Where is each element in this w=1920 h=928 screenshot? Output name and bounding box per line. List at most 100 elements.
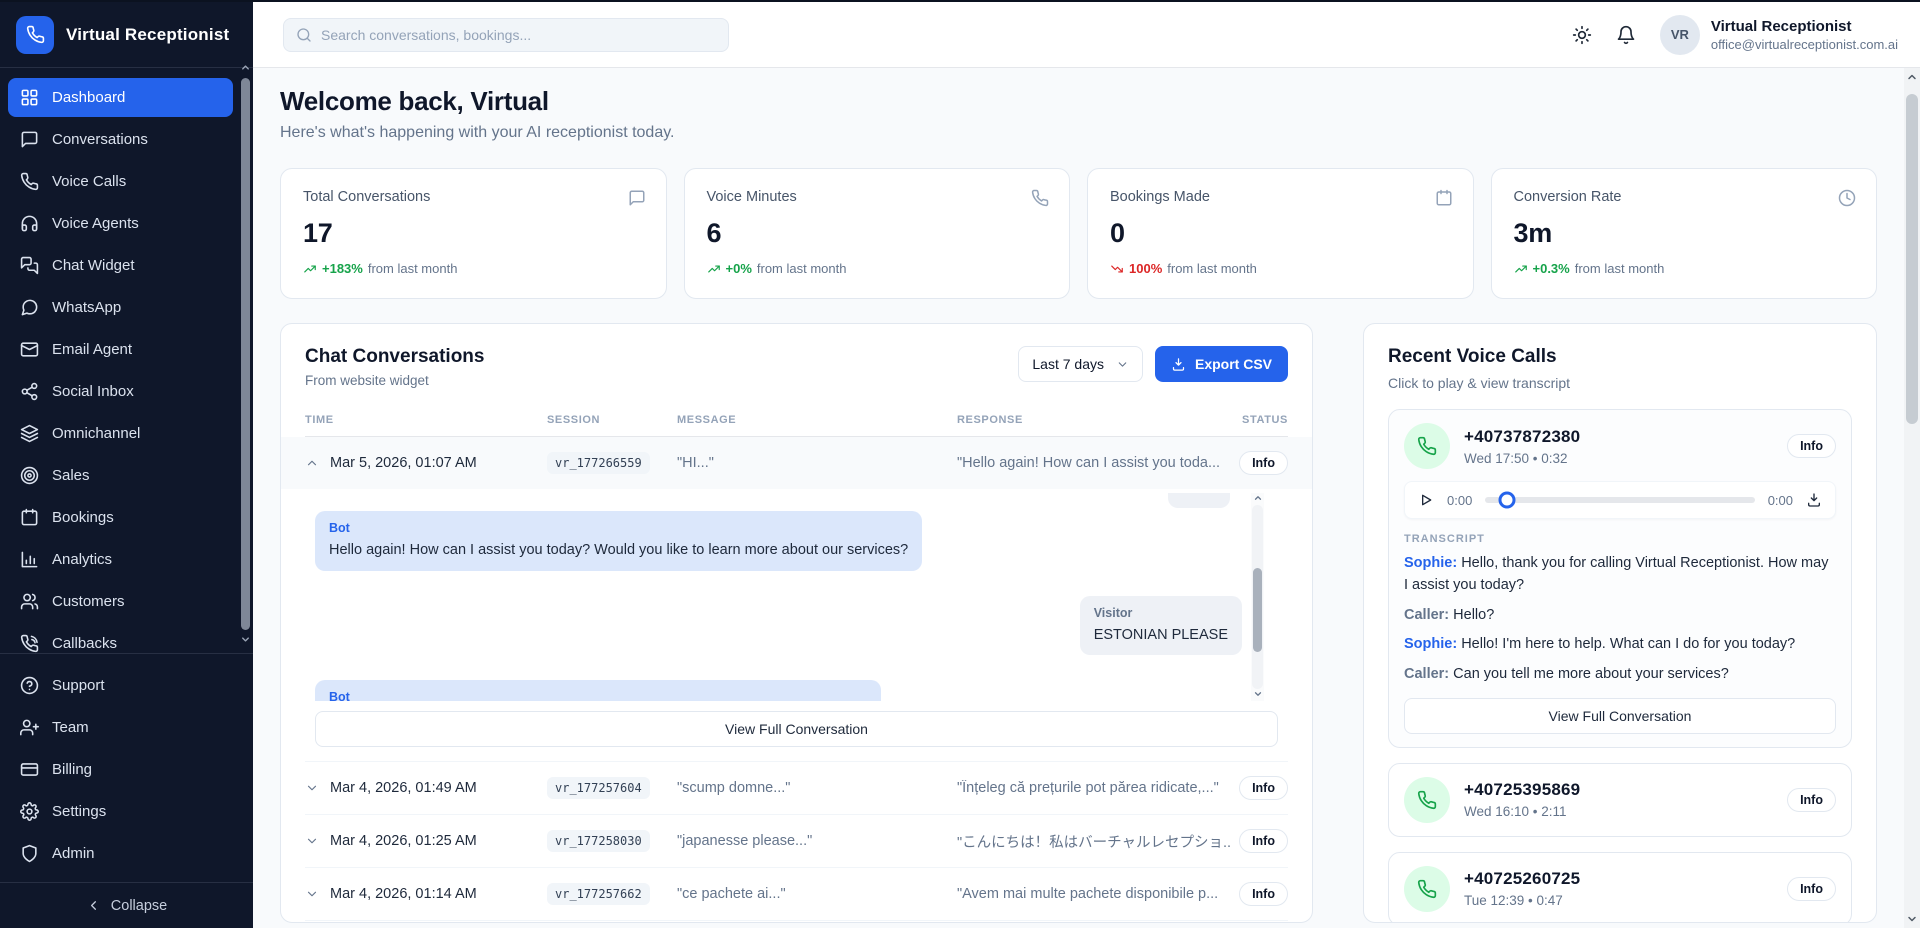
sidebar-item-sales[interactable]: Sales <box>8 456 233 495</box>
dashboard-content: Welcome back, Virtual Here's what's happ… <box>253 68 1920 928</box>
sidebar-item-bookings[interactable]: Bookings <box>8 498 233 537</box>
stat-value: 17 <box>303 218 644 249</box>
speaker-name: Caller: <box>1404 666 1449 682</box>
scroll-down-icon[interactable] <box>1253 689 1263 701</box>
scrollbar-thumb[interactable] <box>1906 94 1918 424</box>
page-scrollbar[interactable] <box>1904 68 1920 928</box>
play-icon[interactable] <box>1418 492 1434 508</box>
stat-label: Conversion Rate <box>1514 189 1855 205</box>
collapse-label: Collapse <box>111 898 167 914</box>
sidebar-item-social-inbox[interactable]: Social Inbox <box>8 372 233 411</box>
scroll-down-icon[interactable] <box>240 634 251 646</box>
trend-suffix: from last month <box>1575 261 1665 276</box>
speaker-name: Sophie: <box>1404 555 1457 571</box>
scroll-up-icon[interactable] <box>240 62 251 74</box>
table-row[interactable]: Mar 4, 2026, 01:49 AM vr_177257604 "scum… <box>305 761 1288 815</box>
collapse-sidebar-button[interactable]: Collapse <box>0 882 253 928</box>
sidebar-item-support[interactable]: Support <box>8 666 233 705</box>
page-title: Welcome back, Virtual <box>280 86 1877 117</box>
sidebar-item-settings[interactable]: Settings <box>8 792 233 831</box>
info-badge[interactable]: Info <box>1787 434 1836 458</box>
sidebar-item-team[interactable]: Team <box>8 708 233 747</box>
info-badge[interactable]: Info <box>1239 882 1288 906</box>
sidebar-scrollbar-thumb[interactable] <box>241 78 250 630</box>
row-time: Mar 4, 2026, 01:25 AM <box>330 833 477 849</box>
download-icon[interactable] <box>1806 492 1822 508</box>
chevron-down-icon[interactable] <box>305 781 319 795</box>
conversation-scroll-area[interactable]: Bot Hello again! How can I assist you to… <box>315 493 1278 701</box>
conversation-scrollbar[interactable] <box>1251 493 1264 701</box>
sidebar-item-label: Billing <box>52 761 92 778</box>
sidebar-item-billing[interactable]: Billing <box>8 750 233 789</box>
date-range-select[interactable]: Last 7 days <box>1018 346 1143 382</box>
table-row[interactable]: Mar 4, 2026, 01:14 AM vr_177257662 "ce p… <box>305 868 1288 921</box>
sidebar-item-chat-widget[interactable]: Chat Widget <box>8 246 233 285</box>
table-row[interactable]: Mar 4, 2026, 01:25 AM vr_177258030 "japa… <box>305 815 1288 868</box>
seek-slider[interactable] <box>1485 497 1754 503</box>
chat-panel-subtitle: From website widget <box>305 373 484 388</box>
users-icon <box>20 592 39 611</box>
sidebar-item-voice-calls[interactable]: Voice Calls <box>8 162 233 201</box>
sidebar-item-admin[interactable]: Admin <box>8 834 233 873</box>
message-text: Hello again! How can I assist you today?… <box>329 541 908 561</box>
scroll-down-icon[interactable] <box>1906 913 1918 927</box>
sidebar-item-whatsapp[interactable]: WhatsApp <box>8 288 233 327</box>
table-row[interactable]: Mar 5, 2026, 01:07 AM vr_177266559 "HI..… <box>305 437 1288 489</box>
row-response: "こんにちは！私はバーチャルレセプショ... <box>957 831 1230 852</box>
info-badge[interactable]: Info <box>1787 877 1836 901</box>
col-time: Time <box>305 414 547 426</box>
trend-suffix: from last month <box>1167 261 1257 276</box>
theme-toggle-sun-icon[interactable] <box>1572 25 1592 45</box>
user-menu[interactable]: VR Virtual Receptionist office@virtualre… <box>1660 15 1898 55</box>
topbar-actions: VR Virtual Receptionist office@virtualre… <box>1572 15 1898 55</box>
scrollbar-track[interactable] <box>1904 88 1920 910</box>
row-time: Mar 5, 2026, 01:07 AM <box>330 455 477 471</box>
sidebar-item-dashboard[interactable]: Dashboard <box>8 78 233 117</box>
sidebar-item-analytics[interactable]: Analytics <box>8 540 233 579</box>
date-range-value: Last 7 days <box>1032 356 1104 372</box>
scroll-up-icon[interactable] <box>1253 493 1263 505</box>
sidebar-secondary-nav: Support Team Billing Settings Admin <box>0 653 253 882</box>
view-full-conversation-button[interactable]: View Full Conversation <box>1404 698 1836 734</box>
global-search[interactable] <box>283 18 729 52</box>
voice-call-item[interactable]: +40737872380 Wed 17:50 • 0:32 Info 0:00 … <box>1388 409 1852 748</box>
scroll-up-icon[interactable] <box>1906 71 1918 85</box>
voice-call-item[interactable]: +40725395869 Wed 16:10 • 2:11 Info <box>1388 763 1852 837</box>
info-badge[interactable]: Info <box>1239 451 1288 475</box>
sidebar-item-conversations[interactable]: Conversations <box>8 120 233 159</box>
scrollbar-track[interactable] <box>1252 505 1263 689</box>
chevron-down-icon[interactable] <box>305 887 319 901</box>
info-badge[interactable]: Info <box>1787 788 1836 812</box>
transcript-line: Caller: Can you tell me more about your … <box>1404 664 1836 686</box>
slider-thumb[interactable] <box>1498 492 1515 509</box>
sidebar-item-label: Chat Widget <box>52 257 135 274</box>
view-full-conversation-button[interactable]: View Full Conversation <box>315 711 1278 747</box>
phone-icon <box>1031 189 1049 207</box>
phone-call-icon <box>20 634 39 653</box>
voice-call-item[interactable]: +40725260725 Tue 12:39 • 0:47 Info <box>1388 852 1852 923</box>
export-csv-button[interactable]: Export CSV <box>1155 346 1288 382</box>
trending-up-icon <box>1514 262 1528 276</box>
sidebar-item-voice-agents[interactable]: Voice Agents <box>8 204 233 243</box>
chevron-up-icon[interactable] <box>305 456 319 470</box>
sidebar-item-customers[interactable]: Customers <box>8 582 233 621</box>
search-input[interactable] <box>321 27 716 43</box>
sender-label: Bot <box>329 690 867 701</box>
info-badge[interactable]: Info <box>1239 829 1288 853</box>
credit-card-icon <box>20 760 39 779</box>
sidebar-item-callbacks[interactable]: Callbacks <box>8 624 233 653</box>
sidebar-item-email-agent[interactable]: Email Agent <box>8 330 233 369</box>
chevron-down-icon[interactable] <box>305 834 319 848</box>
sidebar-item-omnichannel[interactable]: Omnichannel <box>8 414 233 453</box>
notifications-bell-icon[interactable] <box>1616 25 1636 45</box>
transcript-text: Hello? <box>1453 607 1494 623</box>
trend-value: +183% <box>322 261 363 276</box>
message-text: ESTONIAN PLEASE <box>1094 626 1228 646</box>
scrollbar-thumb[interactable] <box>1253 568 1262 653</box>
info-badge[interactable]: Info <box>1239 776 1288 800</box>
sidebar-scrollbar[interactable] <box>239 62 252 646</box>
speaker-name: Sophie: <box>1404 636 1457 652</box>
transcript-text: Hello, thank you for calling Virtual Rec… <box>1404 555 1828 593</box>
target-icon <box>20 466 39 485</box>
trending-up-icon <box>707 262 721 276</box>
